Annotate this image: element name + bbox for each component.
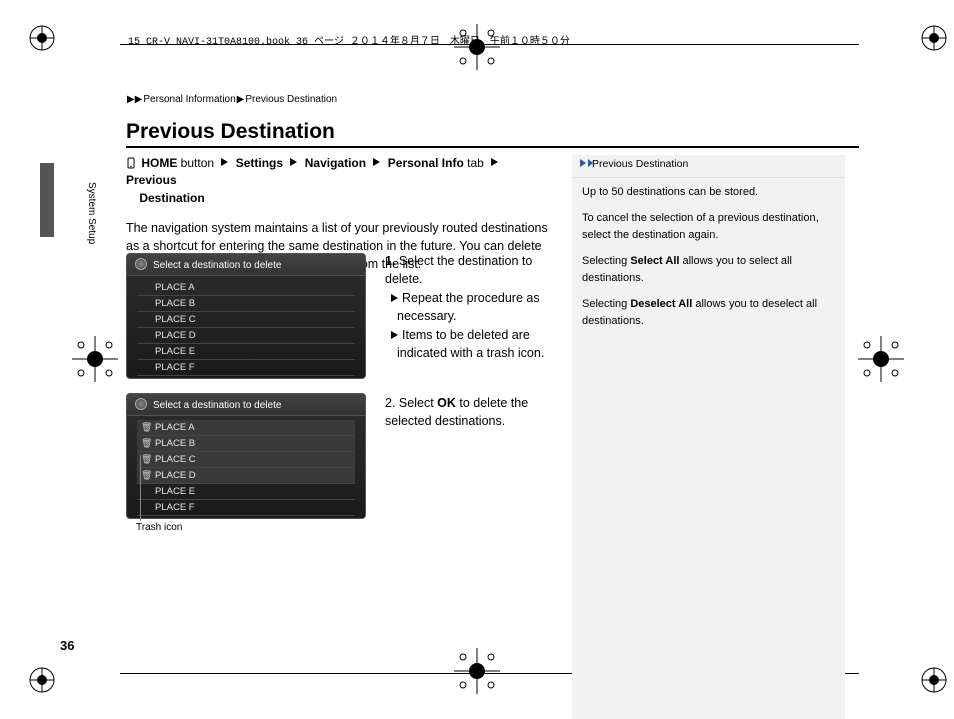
list-item: 🗑PLACE D [137, 468, 355, 484]
section-tab [40, 163, 54, 237]
sidebar-p2: To cancel the selection of a previous de… [582, 210, 835, 243]
path-personal: Personal Info [388, 156, 464, 170]
path-settings: Settings [236, 156, 283, 170]
trash-caption: Trash icon [136, 522, 182, 533]
crosshair-icon [858, 336, 904, 382]
list-item: 🗑PLACE B [137, 436, 355, 452]
path-home: HOME [141, 156, 177, 170]
arrow-icon [391, 331, 398, 339]
home-icon [126, 157, 136, 169]
crosshair-icon [72, 336, 118, 382]
list-item: PLACE C [137, 312, 355, 328]
list-item: PLACE A [137, 280, 355, 296]
list-item: PLACE F [137, 360, 355, 376]
arrow-icon [373, 158, 380, 166]
list-item: PLACE F [137, 500, 355, 516]
trash-icon: 🗑 [141, 454, 152, 465]
arrow-icon [391, 294, 398, 302]
list-item: 🗑PLACE A [137, 420, 355, 436]
shot-title: Select a destination to delete [127, 254, 365, 276]
list-item: PLACE B [137, 296, 355, 312]
list-item: PLACE D [137, 328, 355, 344]
sidebar-head: Previous Destination [592, 158, 688, 170]
breadcrumb: ▶▶Personal Information▶Previous Destinat… [126, 94, 337, 105]
screenshot-1: Select a destination to delete PLACE A P… [126, 253, 366, 379]
crosshair-icon [454, 648, 500, 694]
path-previous: Previous [126, 173, 177, 187]
page-number: 36 [60, 638, 74, 653]
sidebar-p4: Selecting Deselect All allows you to des… [582, 296, 835, 329]
nav-path: HOME button Settings Navigation Personal… [126, 155, 556, 207]
section-label: System Setup [86, 182, 97, 244]
trash-icon: 🗑 [141, 422, 152, 433]
list-item: 🗑PLACE C [137, 452, 355, 468]
screenshot-2: Select a destination to delete 🗑PLACE A … [126, 393, 366, 519]
sidebar-p3: Selecting Select All allows you to selec… [582, 253, 835, 286]
info-sidebar: Previous Destination Up to 50 destinatio… [572, 155, 845, 719]
trash-icon: 🗑 [141, 438, 152, 449]
title-underline [126, 146, 859, 148]
path-destination: Destination [139, 191, 204, 205]
step-1: 1. Select the destination to delete. Rep… [385, 253, 560, 362]
breadcrumb-1: Personal Information [143, 94, 235, 105]
page-title: Previous Destination [126, 120, 335, 144]
crop-mark-icon [920, 24, 948, 52]
breadcrumb-2: Previous Destination [245, 94, 337, 105]
arrow-icon [221, 158, 228, 166]
callout-line [140, 455, 141, 521]
list-item: PLACE E [137, 344, 355, 360]
list-item: PLACE E [137, 484, 355, 500]
arrow-icon [290, 158, 297, 166]
trash-icon: 🗑 [141, 470, 152, 481]
crop-mark-icon [28, 666, 56, 694]
doc-header: 15 CR-V NAVI-31T0A8100.book 36 ページ ２０１４年… [128, 32, 570, 48]
crop-mark-icon [920, 666, 948, 694]
step-2: 2. Select OK to delete the selected dest… [385, 395, 560, 430]
shot-title: Select a destination to delete [127, 394, 365, 416]
sidebar-p1: Up to 50 destinations can be stored. [582, 184, 835, 201]
path-navigation: Navigation [305, 156, 366, 170]
arrow-icon [491, 158, 498, 166]
crop-mark-icon [28, 24, 56, 52]
